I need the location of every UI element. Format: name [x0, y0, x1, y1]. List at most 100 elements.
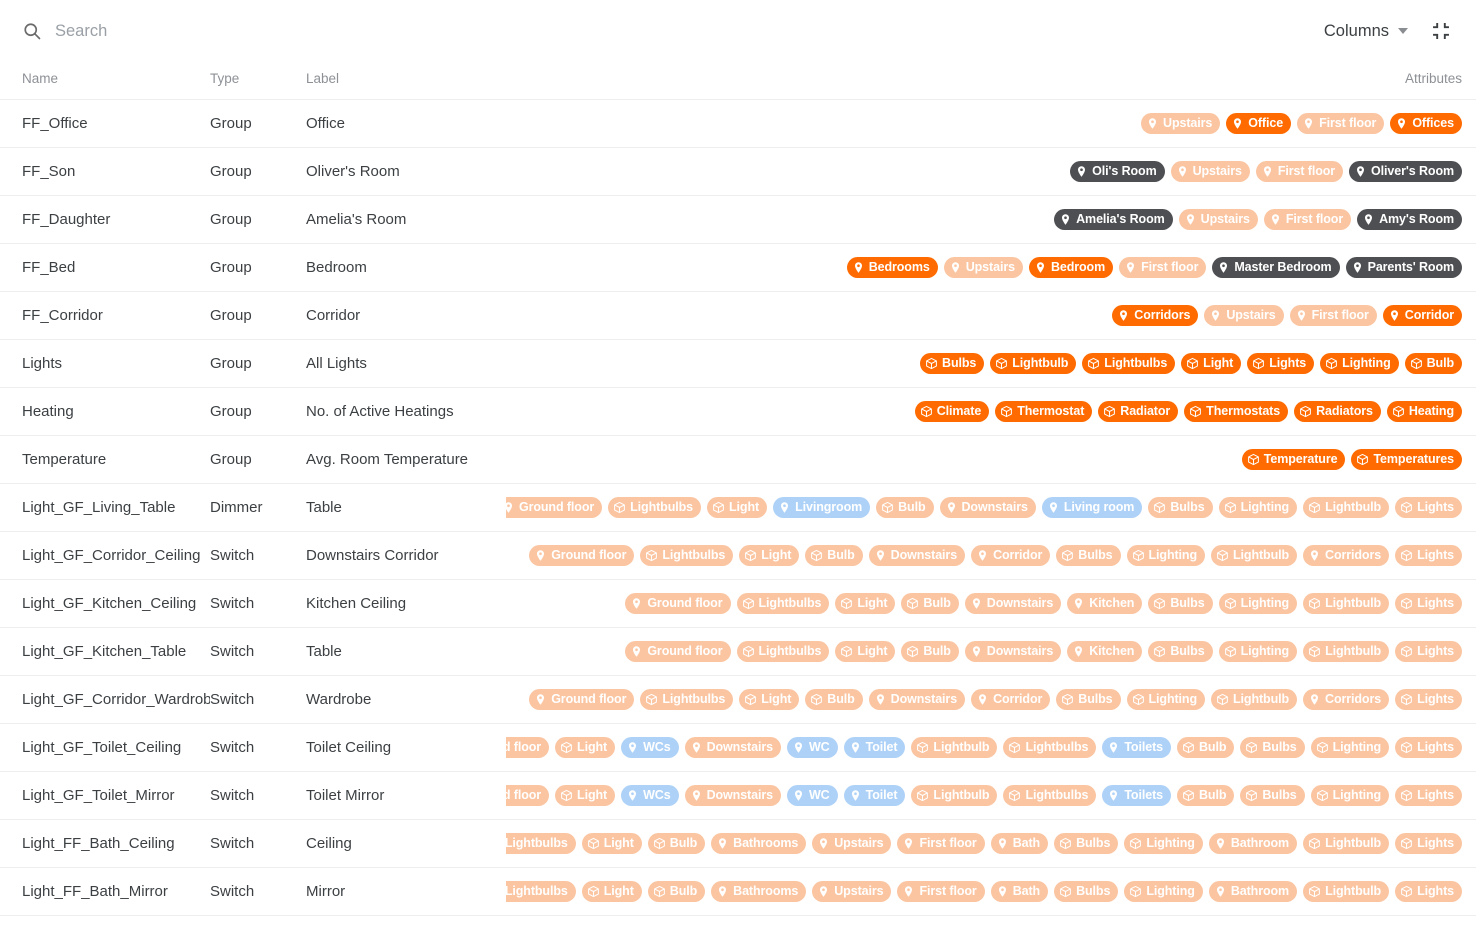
attribute-chip[interactable]: WCs [621, 785, 679, 806]
attribute-chip[interactable]: Downstairs [684, 785, 781, 806]
attribute-chip[interactable]: Toilets [1102, 737, 1171, 758]
attribute-chip[interactable]: Bathroom [1208, 833, 1298, 854]
attribute-chip[interactable]: Lighting [1218, 593, 1298, 614]
attribute-chip[interactable]: Toilet [843, 785, 906, 806]
column-header-attributes[interactable]: Attributes [506, 62, 1476, 100]
attribute-chip[interactable]: Corridors [1303, 689, 1390, 710]
attribute-chip[interactable]: Light [555, 737, 616, 758]
attribute-chip[interactable]: Bulbs [1148, 641, 1213, 662]
table-row[interactable]: Light_GF_Living_Table Dimmer Table Ground f… [0, 483, 1476, 532]
attribute-chip[interactable]: Living room [1041, 497, 1143, 518]
attribute-chip[interactable]: Lightbulbs [736, 593, 830, 614]
attribute-chip[interactable]: Bulb [805, 545, 863, 566]
attribute-chip[interactable]: First floor [1119, 257, 1207, 278]
attribute-chip[interactable]: Bulbs [1148, 593, 1213, 614]
attribute-chip[interactable]: Corridors [1112, 305, 1199, 326]
attribute-chip[interactable]: Bulb [901, 641, 959, 662]
attribute-chip[interactable]: Thermostats [1184, 401, 1289, 422]
table-row[interactable]: FF_Corridor Group Corridor Corridors Upstair… [0, 291, 1476, 340]
table-row[interactable]: Light_FF_Bath_Ceiling Switch Ceiling Lightb… [0, 819, 1476, 868]
attribute-chip[interactable]: Light [555, 785, 616, 806]
attribute-chip[interactable]: Lightbulb [1303, 593, 1390, 614]
attribute-chip[interactable]: Bulbs [1054, 881, 1119, 902]
attribute-chip[interactable]: Corridor [971, 545, 1051, 566]
attribute-chip[interactable]: Radiator [1098, 401, 1179, 422]
attribute-chip[interactable]: Master Bedroom [1212, 257, 1340, 278]
attribute-chip[interactable]: Bathrooms [711, 881, 807, 902]
attribute-chip[interactable]: Lights [1395, 545, 1462, 566]
attribute-chip[interactable]: Light [739, 689, 800, 710]
attribute-chip[interactable]: Lighting [1124, 881, 1203, 902]
attribute-chip[interactable]: Lightbulbs [1082, 353, 1176, 374]
attribute-chip[interactable]: Bulb [647, 881, 706, 902]
attribute-chip[interactable]: Lightbulb [990, 353, 1077, 374]
table-row[interactable]: FF_Daughter Group Amelia's Room Amelia's Ro… [0, 195, 1476, 244]
attribute-chip[interactable]: Heating [1386, 401, 1462, 422]
attribute-chip[interactable]: Lights [1247, 353, 1315, 374]
attribute-chip[interactable]: Toilets [1102, 785, 1171, 806]
attribute-chip[interactable]: Upstairs [943, 257, 1023, 278]
attribute-chip[interactable]: Bath [990, 881, 1049, 902]
attribute-chip[interactable]: Ground floor [506, 497, 603, 518]
attribute-chip[interactable]: Downstairs [964, 593, 1062, 614]
attribute-chip[interactable]: Bulbs [1054, 833, 1119, 854]
attribute-chip[interactable]: Lightbulb [1211, 545, 1298, 566]
attribute-chip[interactable]: Lightbulbs [1003, 785, 1097, 806]
attribute-chip[interactable]: Ground floor [506, 785, 550, 806]
attribute-chip[interactable]: Lighting [1310, 737, 1390, 758]
table-row[interactable]: Light_GF_Corridor_Wardrobe Switch Wardrobe… [0, 675, 1476, 724]
search-bar[interactable] [22, 0, 1322, 62]
attribute-chip[interactable]: Lights [1395, 737, 1462, 758]
attribute-chip[interactable]: Bulbs [1056, 689, 1121, 710]
attribute-chip[interactable]: Lighting [1126, 545, 1205, 566]
attribute-chip[interactable]: First floor [897, 881, 985, 902]
attribute-chip[interactable]: Lightbulb [911, 785, 998, 806]
attribute-chip[interactable]: Corridors [1303, 545, 1390, 566]
attribute-chip[interactable]: First floor [1297, 113, 1385, 134]
attribute-chip[interactable]: Amelia's Room [1054, 209, 1173, 230]
attribute-chip[interactable]: Lighting [1218, 497, 1298, 518]
attribute-chip[interactable]: Light [707, 497, 768, 518]
attribute-chip[interactable]: Kitchen [1067, 593, 1143, 614]
columns-dropdown[interactable]: Columns [1322, 18, 1410, 45]
attribute-chip[interactable]: Light [835, 641, 896, 662]
attribute-chip[interactable]: Upstairs [1204, 305, 1284, 326]
attribute-chip[interactable]: Light [581, 833, 642, 854]
table-row[interactable]: Temperature Group Avg. Room Temperature Tem… [0, 435, 1476, 484]
attribute-chip[interactable]: Lighting [1124, 833, 1203, 854]
table-row[interactable]: Heating Group No. of Active Heatings Climat… [0, 387, 1476, 436]
attribute-chip[interactable]: Light [739, 545, 800, 566]
attribute-chip[interactable]: Radiators [1294, 401, 1381, 422]
table-row[interactable]: Lights Group All Lights Bulbs Lightbulb Light… [0, 339, 1476, 388]
attribute-chip[interactable]: Upstairs [812, 881, 892, 902]
attribute-chip[interactable]: Bulb [901, 593, 959, 614]
attribute-chip[interactable]: Downstairs [939, 497, 1036, 518]
attribute-chip[interactable]: Amy's Room [1357, 209, 1462, 230]
attribute-chip[interactable]: Bulb [1404, 353, 1462, 374]
attribute-chip[interactable]: Downstairs [684, 737, 781, 758]
table-row[interactable]: Light_GF_Toilet_Mirror Switch Toilet Mirro… [0, 771, 1476, 820]
attribute-chip[interactable]: Bedrooms [846, 257, 938, 278]
attribute-chip[interactable]: Downstairs [868, 689, 966, 710]
attribute-chip[interactable]: Bulb [876, 497, 934, 518]
attribute-chip[interactable]: First floor [1289, 305, 1377, 326]
attribute-chip[interactable]: Corridor [1382, 305, 1462, 326]
attribute-chip[interactable]: Offices [1390, 113, 1462, 134]
attribute-chip[interactable]: Lights [1395, 497, 1462, 518]
attribute-chip[interactable]: Lightbulbs [1003, 737, 1097, 758]
attribute-chip[interactable]: Lightbulb [1303, 497, 1390, 518]
attribute-chip[interactable]: Lightbulb [1211, 689, 1298, 710]
attribute-chip[interactable]: WC [786, 737, 838, 758]
attribute-chip[interactable]: Lights [1395, 881, 1462, 902]
column-header-type[interactable]: Type [210, 62, 306, 100]
attribute-chip[interactable]: Bulb [647, 833, 706, 854]
attribute-chip[interactable]: Lightbulbs [506, 833, 576, 854]
attribute-chip[interactable]: Temperatures [1351, 449, 1462, 470]
attribute-chip[interactable]: Lights [1395, 833, 1462, 854]
attribute-chip[interactable]: Toilet [843, 737, 906, 758]
table-row[interactable]: FF_Son Group Oliver's Room Oli's Room Upstai… [0, 147, 1476, 196]
attribute-chip[interactable]: Ground floor [625, 641, 731, 662]
attribute-chip[interactable]: First floor [1255, 161, 1344, 182]
attribute-chip[interactable]: Bathroom [1208, 881, 1298, 902]
attribute-chip[interactable]: Lightbulbs [608, 497, 702, 518]
